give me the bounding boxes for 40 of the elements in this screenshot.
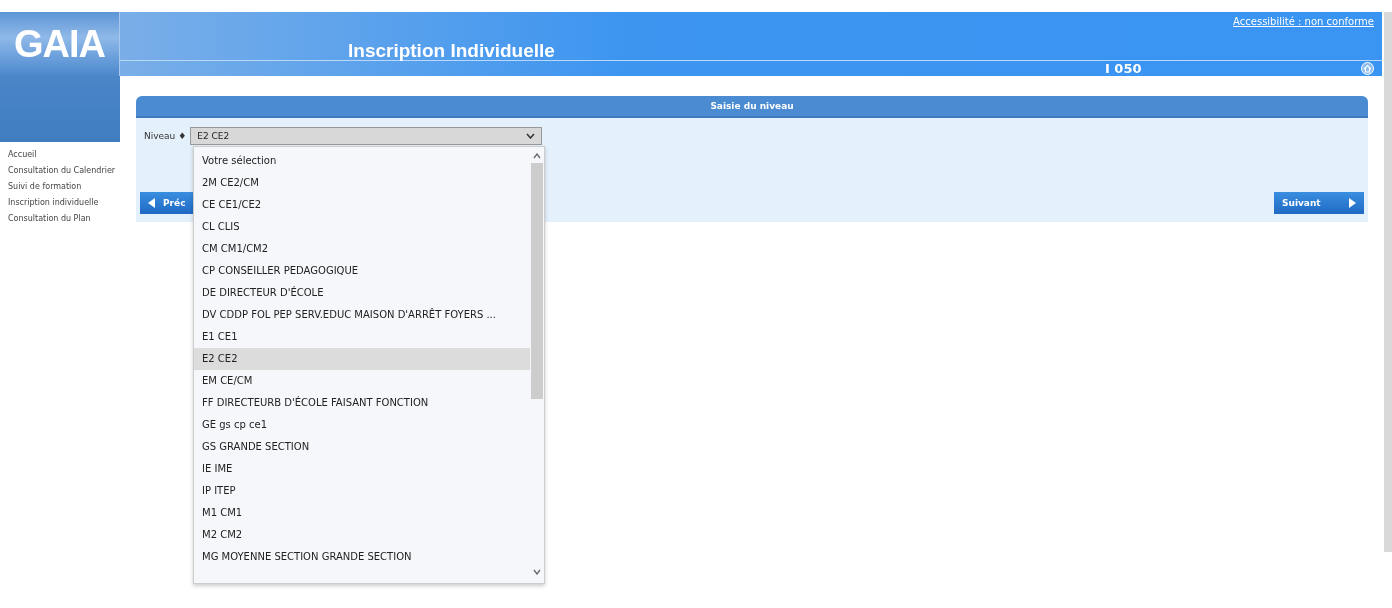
caret-icon: [526, 133, 536, 139]
field-label: Niveau ♦: [144, 131, 187, 141]
dropdown-option[interactable]: IP ITEP: [194, 480, 530, 502]
dropdown-option[interactable]: MG MOYENNE SECTION GRANDE SECTION: [194, 546, 530, 568]
user-code: I 050: [1105, 61, 1142, 76]
sidebar-item[interactable]: Consultation du Calendrier: [8, 166, 116, 176]
dropdown-option[interactable]: DE DIRECTEUR D'ÉCOLE: [194, 282, 530, 304]
dropdown-option[interactable]: Votre sélection: [194, 150, 530, 172]
scroll-up-icon[interactable]: [533, 153, 541, 159]
sidebar-item[interactable]: Inscription individuelle: [8, 198, 116, 208]
page-title: Inscription Individuelle: [348, 40, 555, 60]
scroll-down-icon[interactable]: [533, 569, 541, 575]
page-scrollbar[interactable]: [1384, 12, 1392, 552]
dropdown-option[interactable]: GS GRANDE SECTION: [194, 436, 530, 458]
dropdown-option[interactable]: EM CE/CM: [194, 370, 530, 392]
dropdown-option[interactable]: M2 CM2: [194, 524, 530, 546]
sidebar-item[interactable]: Consultation du Plan: [8, 214, 116, 224]
dropdown-option[interactable]: IE IME: [194, 458, 530, 480]
level-select[interactable]: E2 CE2: [190, 127, 543, 145]
scrollbar-thumb[interactable]: [531, 163, 543, 399]
dropdown-option[interactable]: GE gs cp ce1: [194, 414, 530, 436]
dropdown-option[interactable]: M1 CM1: [194, 502, 530, 524]
panel-title: Saisie du niveau: [136, 96, 1368, 118]
right-triangle-icon: [1349, 198, 1356, 208]
sidebar-item[interactable]: Suivi de formation: [8, 182, 116, 192]
home-icon[interactable]: [1361, 62, 1374, 75]
dropdown-option[interactable]: FF DIRECTEURB D'ÉCOLE FAISANT FONCTION: [194, 392, 530, 414]
dropdown-option[interactable]: CL CLIS: [194, 216, 530, 238]
dropdown-option[interactable]: E1 CE1: [194, 326, 530, 348]
dropdown-option[interactable]: CM CM1/CM2: [194, 238, 530, 260]
dropdown-option[interactable]: 2M CE2/CM: [194, 172, 530, 194]
next-button[interactable]: Suivant: [1274, 192, 1364, 214]
dropdown-option[interactable]: E2 CE2: [194, 348, 530, 370]
left-triangle-icon: [148, 198, 155, 208]
dropdown-option[interactable]: CE CE1/CE2: [194, 194, 530, 216]
sidebar-item[interactable]: Accueil: [8, 150, 116, 160]
dropdown-option[interactable]: CP CONSEILLER PEDAGOGIQUE: [194, 260, 530, 282]
dropdown-option[interactable]: DV CDDP FOL PEP SERV.EDUC MAISON D'ARRÊT FOYERS ...: [194, 304, 530, 326]
previous-button[interactable]: Préc: [140, 192, 194, 214]
logo: GAIA: [14, 22, 105, 66]
